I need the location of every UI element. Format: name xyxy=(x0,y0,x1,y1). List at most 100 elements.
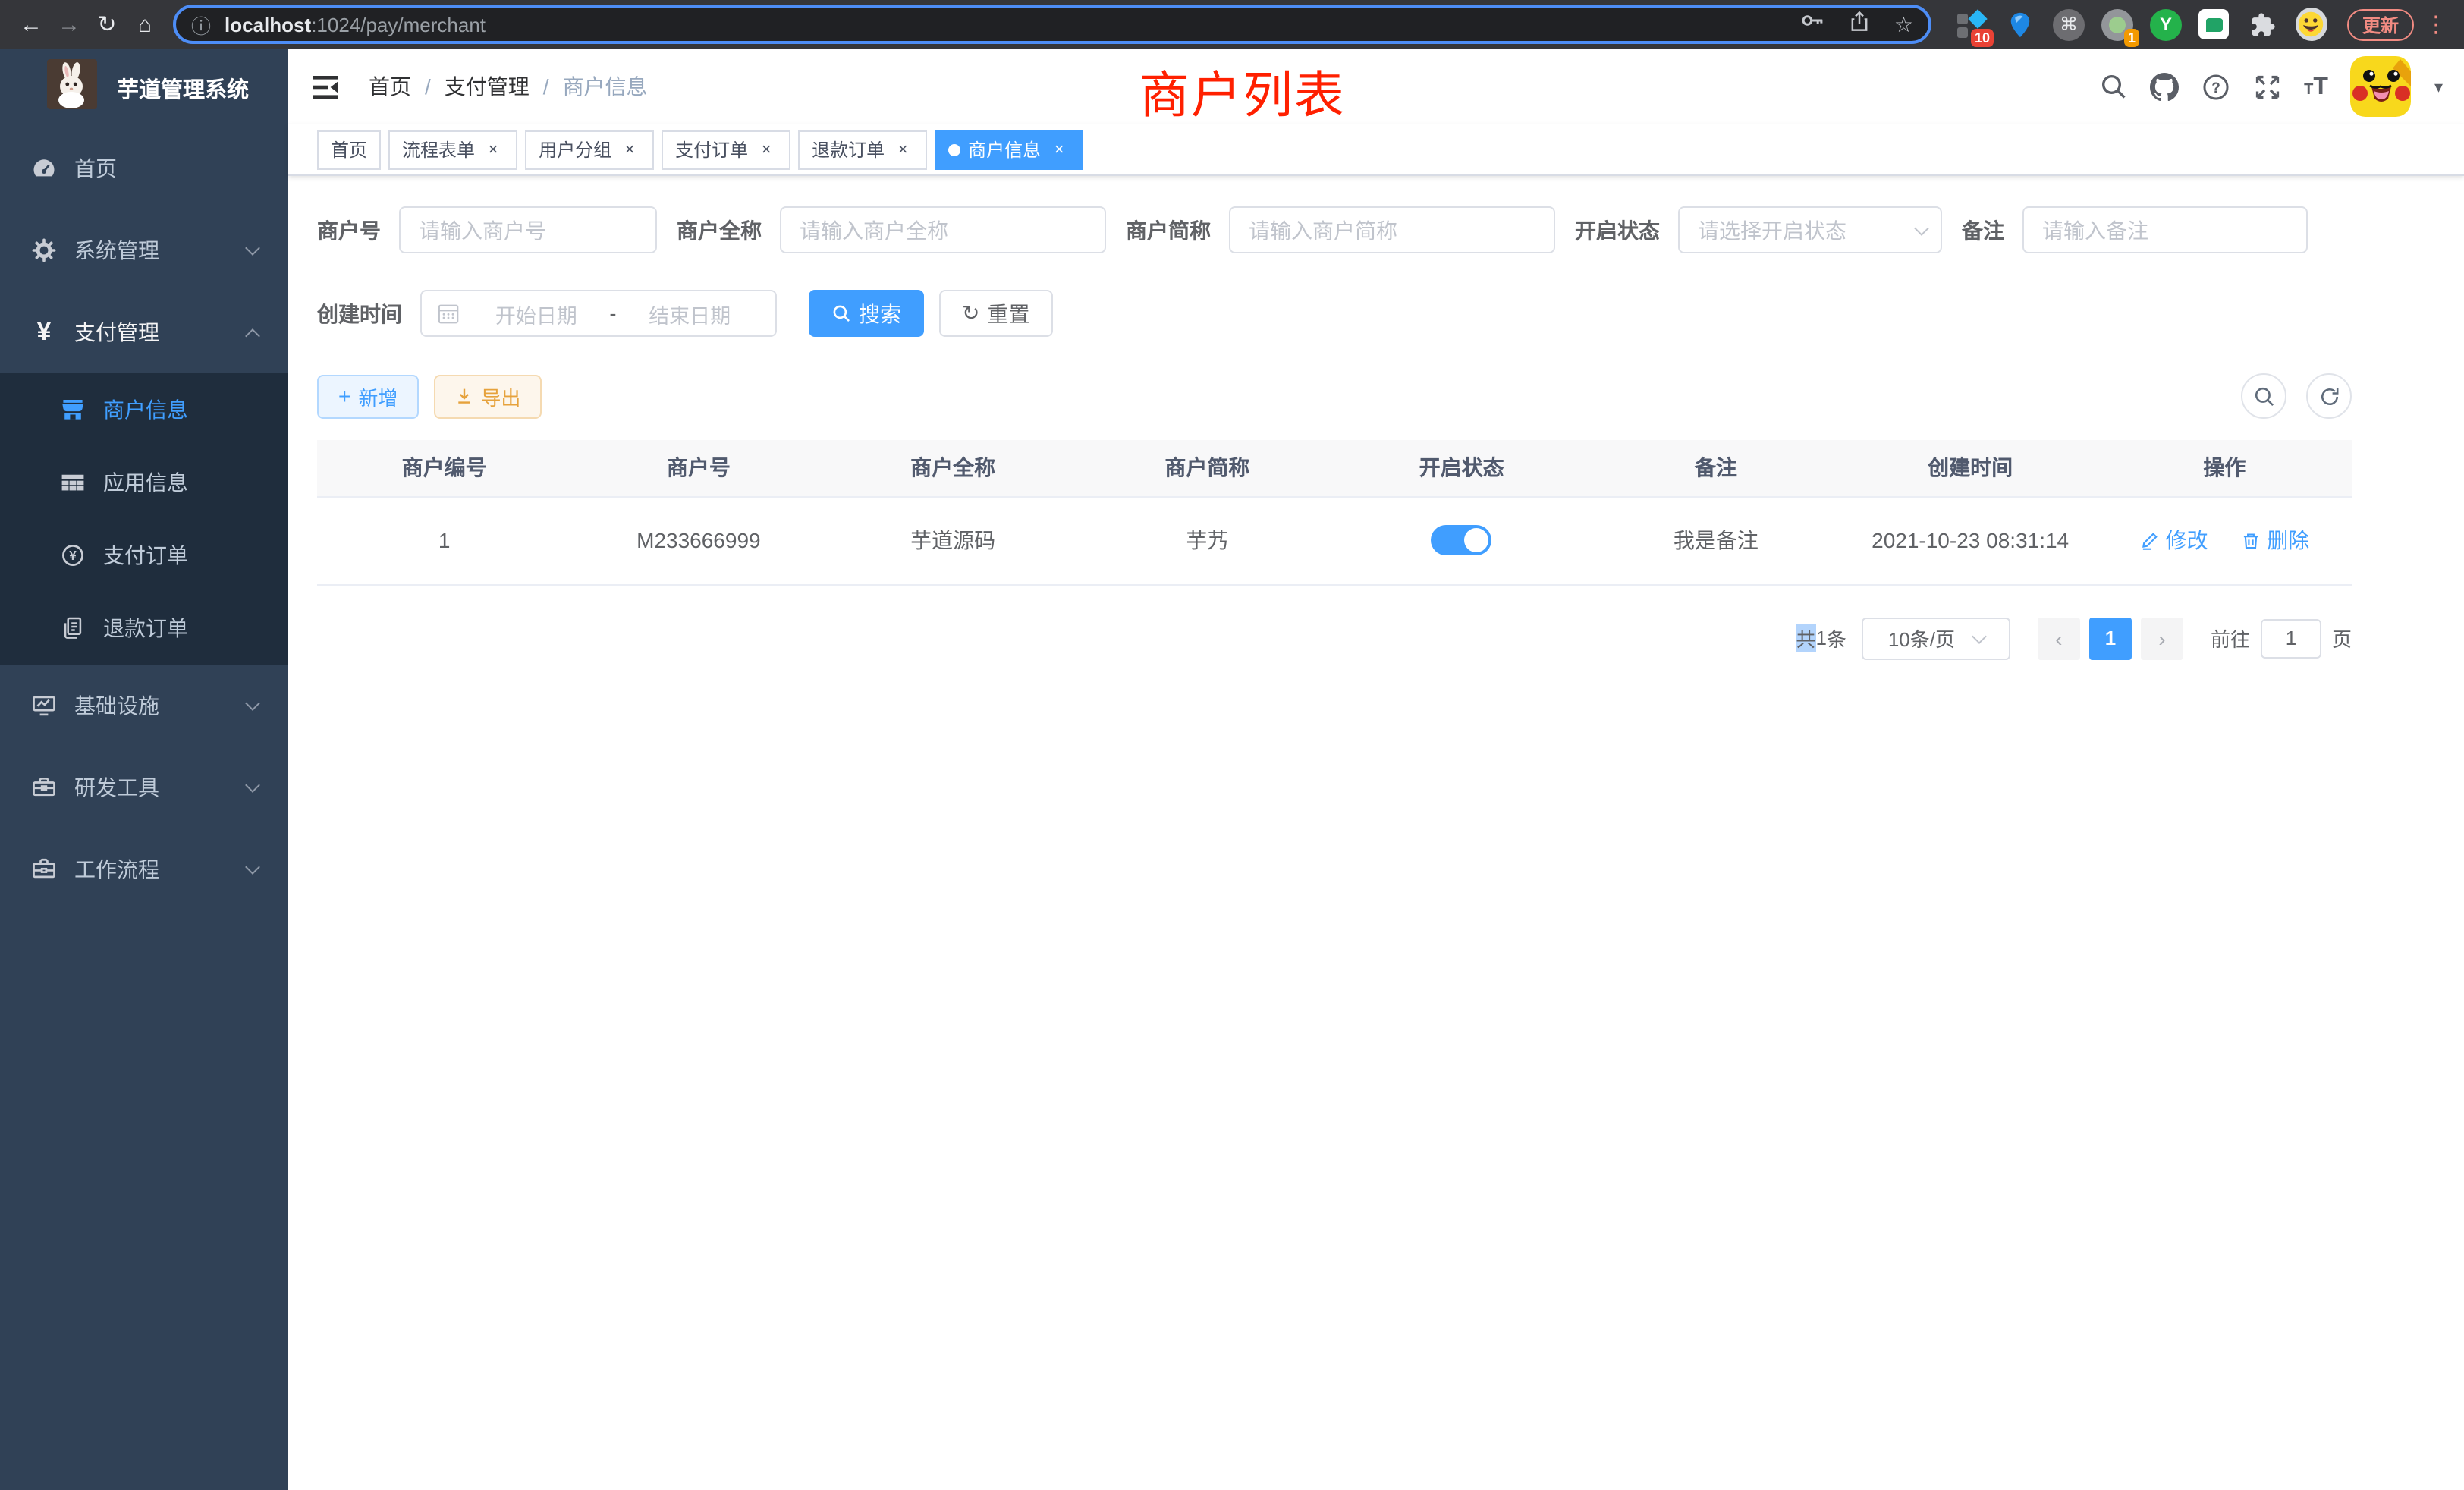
merchant-no-input[interactable] xyxy=(399,206,657,253)
password-key-icon[interactable] xyxy=(1800,8,1826,41)
tab-pay-order[interactable]: 支付订单 × xyxy=(662,130,790,169)
remark-input[interactable] xyxy=(2022,206,2308,253)
sidebar-item-label: 应用信息 xyxy=(103,467,188,498)
sidebar-item-merchant-info[interactable]: 商户信息 xyxy=(0,373,288,446)
field-create-time: 创建时间 开始日期 - 结束日期 xyxy=(317,290,777,337)
extension-y-icon[interactable]: Y xyxy=(2150,8,2182,40)
svg-text:?: ? xyxy=(2211,80,2220,96)
reset-button[interactable]: ↻ 重置 xyxy=(939,290,1052,337)
sidebar-logo[interactable]: 芋道管理系统 xyxy=(0,49,288,127)
browser-back-button[interactable]: ← xyxy=(12,5,50,43)
browser-forward-button[interactable]: → xyxy=(50,5,88,43)
page-content: 商户号 商户全称 商户简称 开启状态 请选择开启状态 xyxy=(288,176,2464,1490)
close-icon[interactable]: × xyxy=(619,139,640,160)
github-icon[interactable] xyxy=(2149,72,2178,101)
site-info-icon[interactable]: ⓘ xyxy=(191,10,211,39)
full-name-input[interactable] xyxy=(780,206,1106,253)
short-name-input[interactable] xyxy=(1229,206,1555,253)
export-button[interactable]: 导出 xyxy=(434,374,542,418)
chevron-down-icon xyxy=(245,777,260,792)
page-number-1[interactable]: 1 xyxy=(2089,617,2132,659)
close-icon[interactable]: × xyxy=(756,139,777,160)
tab-process-form[interactable]: 流程表单 × xyxy=(388,130,517,169)
search-icon[interactable] xyxy=(2099,73,2126,100)
tab-refund-order[interactable]: 退款订单 × xyxy=(798,130,927,169)
sidebar-item-refund-order[interactable]: 退款订单 xyxy=(0,592,288,665)
sidebar-fold-icon[interactable] xyxy=(306,69,344,104)
breadcrumb-separator: / xyxy=(543,74,549,99)
date-range-picker[interactable]: 开始日期 - 结束日期 xyxy=(420,290,777,337)
tab-home[interactable]: 首页 xyxy=(317,130,381,169)
user-avatar[interactable] xyxy=(2351,56,2412,117)
sidebar-item-app-info[interactable]: 应用信息 xyxy=(0,446,288,519)
edit-button[interactable]: 修改 xyxy=(2139,525,2208,555)
table-row: 1 M233666999 芋道源码 芋艿 我是备注 2021-10-23 08:… xyxy=(317,496,2352,584)
field-remark: 备注 xyxy=(1962,206,2308,253)
share-icon[interactable] xyxy=(1849,8,1872,40)
sidebar-item-dev-tools[interactable]: 研发工具 xyxy=(0,747,288,828)
search-button[interactable]: 搜索 xyxy=(809,290,924,337)
status-switch[interactable] xyxy=(1432,525,1492,555)
next-page-button[interactable]: › xyxy=(2141,617,2183,659)
cell-actions: 修改 删除 xyxy=(2098,496,2352,584)
column-header: 商户编号 xyxy=(317,440,571,496)
extensions-puzzle-icon[interactable] xyxy=(2247,8,2279,40)
navbar-actions: ? TT xyxy=(2099,56,2443,117)
browser-update-button[interactable]: 更新 xyxy=(2347,8,2414,40)
close-icon[interactable]: × xyxy=(1048,139,1070,160)
field-short-name: 商户简称 xyxy=(1126,206,1555,253)
field-label: 商户简称 xyxy=(1126,215,1211,245)
refresh-table-button[interactable] xyxy=(2306,373,2352,419)
pagination-total: 共 1 条 xyxy=(1796,624,1846,652)
status-select[interactable]: 请选择开启状态 xyxy=(1678,206,1942,253)
fullscreen-icon[interactable] xyxy=(2252,72,2281,101)
sidebar-item-pay-order[interactable]: ¥ 支付订单 xyxy=(0,519,288,592)
add-button[interactable]: + 新增 xyxy=(317,374,419,418)
dashboard-icon xyxy=(30,155,58,182)
tab-merchant-info[interactable]: 商户信息 × xyxy=(935,130,1083,169)
address-bar[interactable]: ⓘ localhost :1024/pay/merchant ☆ xyxy=(173,5,1931,44)
calendar-icon xyxy=(437,302,460,325)
field-label: 商户号 xyxy=(317,215,381,245)
breadcrumb-home[interactable]: 首页 xyxy=(369,71,411,102)
sidebar-item-system[interactable]: 系统管理 xyxy=(0,209,288,291)
delete-button[interactable]: 删除 xyxy=(2241,525,2309,555)
close-icon[interactable]: × xyxy=(482,139,504,160)
cell-merchant-id: 1 xyxy=(317,496,571,584)
goto-page-input[interactable] xyxy=(2261,618,2321,658)
sidebar-item-label: 基础设施 xyxy=(74,690,159,721)
sidebar-item-label: 研发工具 xyxy=(74,772,159,803)
hide-search-button[interactable] xyxy=(2241,373,2286,419)
pagination: 共 1 条 10条/页 ‹ 1 › 前往 页 xyxy=(317,617,2352,659)
browser-profile-avatar[interactable] xyxy=(2296,8,2327,40)
extension-notification-icon[interactable]: 1 xyxy=(2101,8,2133,40)
font-size-icon[interactable]: TT xyxy=(2304,74,2328,99)
page-size-select[interactable]: 10条/页 xyxy=(1862,617,2010,659)
column-header: 商户全称 xyxy=(826,440,1080,496)
user-menu-caret-icon[interactable]: ▾ xyxy=(2434,77,2443,96)
extension-pin-icon[interactable] xyxy=(2004,8,2036,40)
bookmark-star-icon[interactable]: ☆ xyxy=(1894,11,1913,37)
sidebar-item-workflow[interactable]: 工作流程 xyxy=(0,828,288,910)
pagination-goto: 前往 页 xyxy=(2211,618,2352,658)
browser-menu-icon[interactable]: ⋮ xyxy=(2420,11,2452,38)
sidebar-item-home[interactable]: 首页 xyxy=(0,127,288,209)
document-copy-icon xyxy=(59,615,86,642)
column-header: 商户简称 xyxy=(1080,440,1334,496)
sidebar-item-infrastructure[interactable]: 基础设施 xyxy=(0,665,288,747)
cell-status xyxy=(1334,496,1589,584)
prev-page-button[interactable]: ‹ xyxy=(2038,617,2080,659)
extension-tampermonkey-icon[interactable]: 10 xyxy=(1956,8,1988,40)
tab-user-group[interactable]: 用户分组 × xyxy=(525,130,654,169)
close-icon[interactable]: × xyxy=(892,139,913,160)
browser-reload-button[interactable]: ↻ xyxy=(88,5,126,43)
browser-home-button[interactable]: ⌂ xyxy=(126,5,164,43)
extension-command-icon[interactable]: ⌘ xyxy=(2053,8,2085,40)
field-label: 备注 xyxy=(1962,215,2004,245)
extension-notes-icon[interactable] xyxy=(2198,8,2230,40)
sidebar-item-payment[interactable]: ¥ 支付管理 xyxy=(0,291,288,373)
help-icon[interactable]: ? xyxy=(2201,72,2230,101)
breadcrumb-payment[interactable]: 支付管理 xyxy=(445,71,530,102)
column-header: 操作 xyxy=(2098,440,2352,496)
field-label: 开启状态 xyxy=(1575,215,1660,245)
